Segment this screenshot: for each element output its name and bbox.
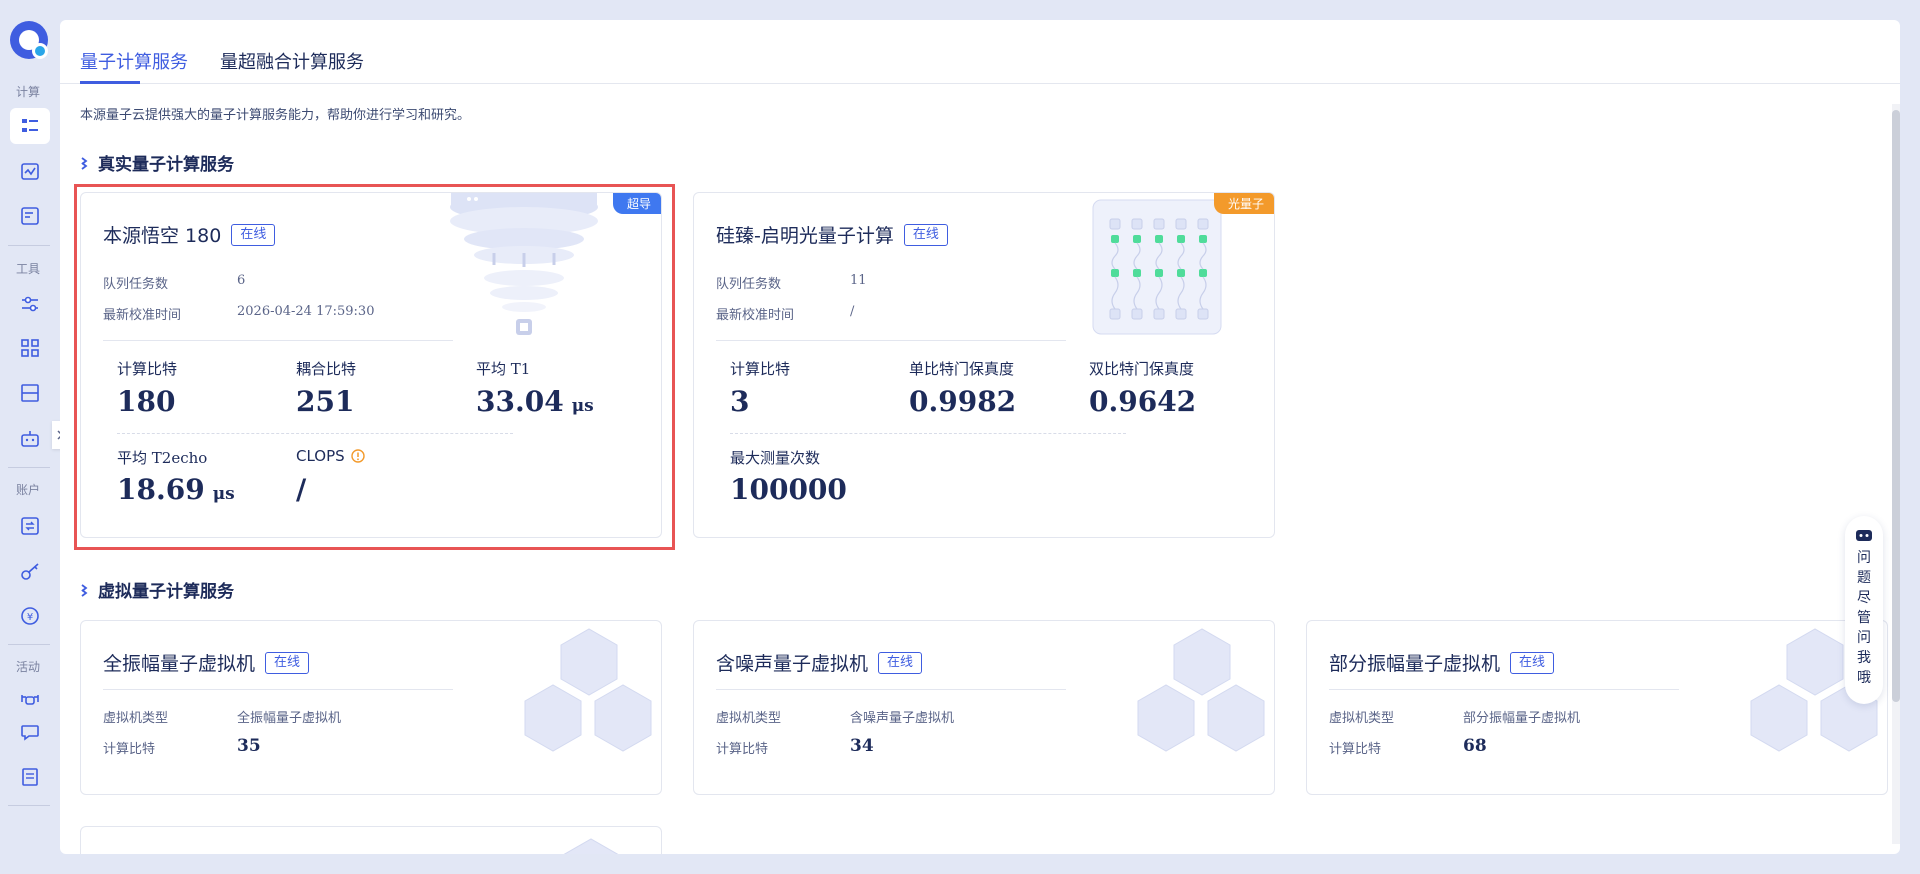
vm-type-label: 虚拟机类型 [1329, 711, 1395, 726]
monitor-chart-icon[interactable] [10, 154, 50, 190]
calibration-value: / [850, 304, 855, 319]
sidebar-category-compute: 计算 [15, 85, 40, 99]
sliders-icon[interactable] [10, 286, 50, 322]
yen-icon[interactable]: ¥ [10, 598, 50, 634]
section-title-real: 真实量子计算服务 [80, 150, 234, 175]
sidebar: 计算 工具 账户 ¥ 活动 [0, 0, 60, 874]
divider [1329, 689, 1679, 690]
status-badge: 在线 [878, 651, 923, 674]
card-title: 含噪声量子虚拟机 在线 [716, 649, 923, 676]
assistant-label-char: 我 [1857, 650, 1871, 666]
photonic-tag: 光量子 [1213, 193, 1274, 214]
tab-quantum-supercomputing-fusion[interactable]: 量超融合计算服务 [220, 48, 364, 74]
queue-label: 队列任务数 [716, 277, 782, 292]
assistant-label: 问题尽管问我哦 [1857, 548, 1871, 688]
section-marker-icon [81, 583, 88, 597]
stat-value: 0.9642 [1089, 385, 1197, 418]
sidebar-category-activity: 活动 [15, 660, 40, 674]
exchange-icon[interactable] [10, 508, 50, 544]
stat-label: 最大测量次数 [730, 449, 821, 467]
vm-type-value: 部分振幅量子虚拟机 [1463, 711, 1581, 726]
divider [716, 689, 1066, 690]
vm-bits-label: 计算比特 [103, 742, 156, 757]
card-title: 部分振幅量子虚拟机 在线 [1329, 649, 1555, 676]
vm-bits-value: 35 [237, 736, 261, 756]
vm-type-value: 全振幅量子虚拟机 [237, 711, 342, 726]
quantum-computer-card[interactable]: 光量子 硅臻-启明光量子计算 在线 队列任务数 11 最新校准时间 / 计算比特… [693, 192, 1275, 538]
vm-name: 含噪声量子虚拟机 [716, 653, 869, 675]
virtual-machine-card[interactable]: 部分振幅量子虚拟机 在线 虚拟机类型 部分振幅量子虚拟机 计算比特 68 [1306, 620, 1888, 795]
intro-text: 本源量子云提供强大的量子计算服务能力，帮助你进行学习和研究。 [80, 108, 471, 123]
tab-quantum-computing-service[interactable]: 量子计算服务 [80, 48, 188, 74]
vm-bits-value: 34 [850, 736, 874, 756]
vm-bits-label: 计算比特 [1329, 742, 1382, 757]
quantum-computer-name: 硅臻-启明光量子计算 [716, 225, 894, 247]
virtual-machine-card[interactable]: 全振幅量子虚拟机 在线 虚拟机类型 全振幅量子虚拟机 计算比特 35 [80, 620, 662, 795]
stat-value: 3 [730, 385, 750, 418]
assistant-label-char: 管 [1857, 610, 1871, 626]
server-icon[interactable] [10, 375, 50, 411]
vm-name: 部分振幅量子虚拟机 [1329, 653, 1501, 675]
status-badge: 在线 [1510, 651, 1555, 674]
section-title-virtual: 虚拟量子计算服务 [80, 577, 234, 602]
key-icon[interactable] [10, 553, 50, 589]
task-list-icon[interactable] [10, 108, 50, 144]
sidebar-category-tools: 工具 [15, 262, 40, 276]
virtual-machine-card[interactable]: 含噪声量子虚拟机 在线 虚拟机类型 含噪声量子虚拟机 计算比特 34 [693, 620, 1275, 795]
document-icon[interactable] [10, 198, 50, 234]
assistant-label-char: 问 [1857, 630, 1871, 646]
cube-illustration [524, 628, 652, 752]
stat-value: 100000 [730, 473, 847, 506]
sidebar-divider [8, 644, 50, 645]
dashed-divider [730, 433, 1126, 434]
assistant-label-char: 问 [1857, 550, 1871, 566]
sidebar-divider [8, 805, 50, 806]
vm-name: 全振幅量子虚拟机 [103, 653, 256, 675]
vm-bits-label: 计算比特 [716, 742, 769, 757]
sidebar-divider [8, 467, 50, 468]
vm-type-label: 虚拟机类型 [716, 711, 782, 726]
chat-icon[interactable] [10, 714, 50, 750]
vm-type-value: 含噪声量子虚拟机 [850, 711, 955, 726]
assistant-label-char: 题 [1857, 570, 1871, 586]
section-title-virtual-label: 虚拟量子计算服务 [98, 582, 234, 602]
status-badge: 在线 [265, 651, 310, 674]
stat-value: 0.9982 [909, 385, 1017, 418]
app-logo[interactable] [9, 20, 51, 62]
stat-label: 单比特门保真度 [909, 360, 1015, 378]
status-badge: 在线 [903, 223, 948, 246]
robot-icon[interactable] [10, 421, 50, 457]
section-marker-icon [81, 156, 88, 170]
robot-icon [1856, 530, 1872, 541]
active-tab-indicator [80, 81, 140, 84]
cube-illustration [563, 838, 619, 854]
ai-assistant-button[interactable]: 问题尽管问我哦 [1845, 516, 1883, 704]
drone-icon[interactable] [10, 682, 50, 718]
vm-type-label: 虚拟机类型 [103, 711, 169, 726]
card-title: 硅臻-启明光量子计算 在线 [716, 221, 948, 248]
tab-bar: 量子计算服务 量超融合计算服务 [60, 20, 1900, 84]
card-title: 全振幅量子虚拟机 在线 [103, 649, 310, 676]
cube-illustration [1137, 628, 1265, 752]
highlight-box [74, 184, 675, 550]
stat-label: 计算比特 [730, 360, 791, 378]
scrollbar-thumb[interactable] [1892, 110, 1900, 702]
apps-grid-icon[interactable] [10, 330, 50, 366]
divider [716, 340, 1066, 341]
calibration-label: 最新校准时间 [716, 308, 795, 323]
assistant-label-char: 尽 [1857, 590, 1871, 606]
virtual-machine-card-partial[interactable] [80, 826, 662, 854]
photonic-chip-illustration [1092, 199, 1222, 335]
sidebar-divider [8, 245, 50, 246]
stat-label: 双比特门保真度 [1089, 360, 1195, 378]
sidebar-category-account: 账户 [15, 483, 40, 497]
assistant-label-char: 哦 [1857, 670, 1871, 686]
svg-text:¥: ¥ [27, 612, 33, 623]
vm-bits-value: 68 [1463, 736, 1487, 756]
divider [103, 689, 453, 690]
section-title-real-label: 真实量子计算服务 [98, 155, 234, 175]
notes-icon[interactable] [10, 759, 50, 795]
queue-value: 11 [850, 273, 867, 288]
